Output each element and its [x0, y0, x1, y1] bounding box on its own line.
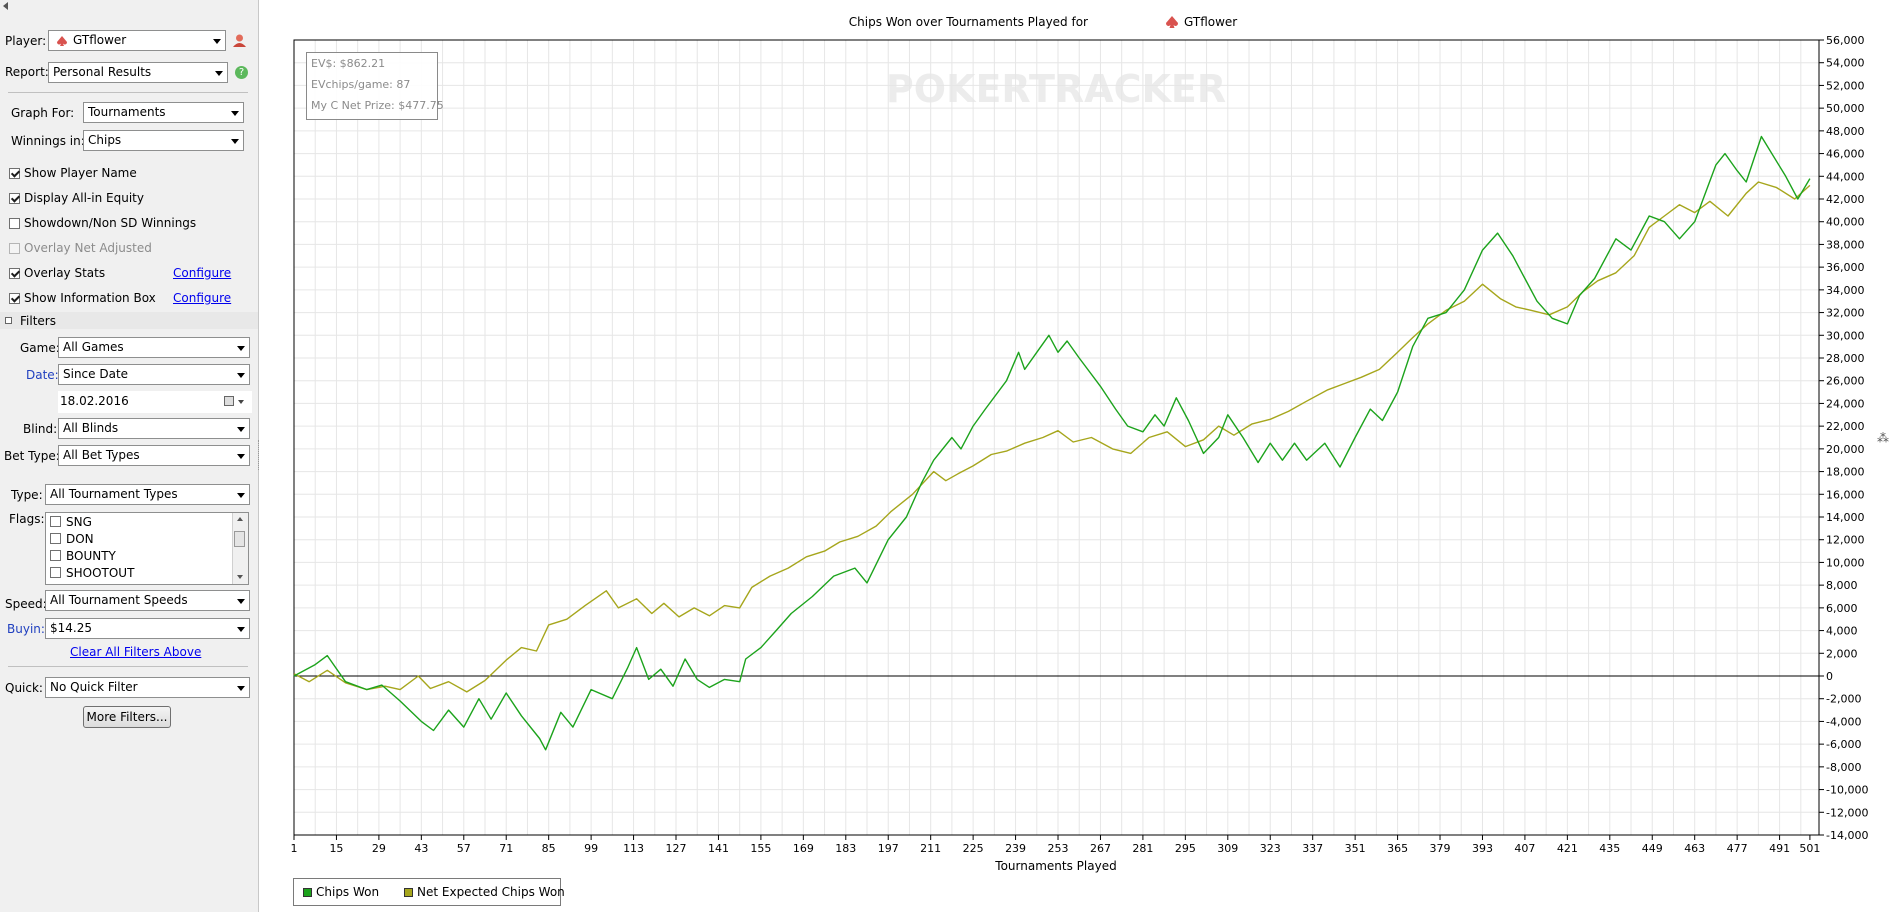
chart-title-player: GTflower	[1184, 15, 1237, 29]
y-tick-label: 52,000	[1826, 79, 1865, 92]
y-tick-label: 54,000	[1826, 57, 1865, 70]
x-tick-label: 155	[750, 842, 771, 855]
x-tick-label: 393	[1472, 842, 1493, 855]
y-tick-label: -10,000	[1826, 784, 1868, 797]
x-tick-label: 183	[835, 842, 856, 855]
y-tick-label: 50,000	[1826, 102, 1865, 115]
x-tick-label: 309	[1217, 842, 1238, 855]
x-tick-label: 211	[920, 842, 941, 855]
x-tick-label: 491	[1769, 842, 1790, 855]
y-tick-label: -2,000	[1826, 693, 1861, 706]
x-tick-label: 253	[1048, 842, 1069, 855]
ev-chips-per-game: EVchips/game: 87	[311, 78, 411, 91]
y-tick-label: 18,000	[1826, 466, 1865, 479]
plot-border	[293, 39, 1820, 836]
y-tick-label: 30,000	[1826, 329, 1865, 342]
y-tick-label: 22,000	[1826, 420, 1865, 433]
x-tick-label: 337	[1302, 842, 1323, 855]
x-tick-label: 267	[1090, 842, 1111, 855]
legend-label-net-expected: Net Expected Chips Won	[417, 885, 565, 899]
y-tick-label: 26,000	[1826, 375, 1865, 388]
x-tick-label: 421	[1557, 842, 1578, 855]
x-tick-label: 1	[291, 842, 298, 855]
y-tick-label: -8,000	[1826, 761, 1861, 774]
y-tick-label: 48,000	[1826, 125, 1865, 138]
x-tick-label: 29	[372, 842, 386, 855]
y-tick-label: 40,000	[1826, 216, 1865, 229]
x-tick-label: 15	[329, 842, 343, 855]
x-tick-label: 463	[1684, 842, 1705, 855]
x-tick-label: 71	[499, 842, 513, 855]
information-box: EV$: $862.21 EVchips/game: 87 My C Net P…	[306, 52, 444, 120]
legend-swatch-chips-won	[303, 888, 312, 897]
x-tick-label: 477	[1727, 842, 1748, 855]
y-tick-label: 6,000	[1826, 602, 1858, 615]
y-tick-label: -4,000	[1826, 715, 1861, 728]
x-tick-label: 281	[1132, 842, 1153, 855]
x-tick-label: 99	[584, 842, 598, 855]
y-tick-label: 46,000	[1826, 148, 1865, 161]
y-tick-label: -6,000	[1826, 738, 1861, 751]
x-tick-label: 407	[1514, 842, 1535, 855]
y-tick-label: -12,000	[1826, 806, 1868, 819]
x-tick-label: 113	[623, 842, 644, 855]
y-tick-label: 14,000	[1826, 511, 1865, 524]
chips-won-chart: POKERTRACKER 56,000 54,000 52,000 50,000 48,…	[291, 15, 1890, 873]
poker-spade-icon	[1166, 16, 1178, 28]
pokertracker-watermark: POKERTRACKER	[886, 67, 1226, 111]
y-tick-label: 4,000	[1826, 625, 1858, 638]
y-tick-label: 34,000	[1826, 284, 1865, 297]
y-tick-label: -14,000	[1826, 829, 1868, 842]
y-tick-label: 2,000	[1826, 647, 1858, 660]
x-tick-label: 197	[878, 842, 899, 855]
ev-dollars: EV$: $862.21	[311, 57, 386, 70]
net-prize: My C Net Prize: $477.75	[311, 99, 444, 112]
y-tick-label: 24,000	[1826, 397, 1865, 410]
y-tick-label: 28,000	[1826, 352, 1865, 365]
chart-title: Chips Won over Tournaments Played for GT…	[849, 15, 1238, 29]
y-tick-label: 32,000	[1826, 307, 1865, 320]
chart-legend: Chips Won Net Expected Chips Won	[293, 878, 565, 906]
x-tick-label: 449	[1642, 842, 1663, 855]
x-axis-label: Tournaments Played	[994, 859, 1116, 873]
y-tick-label: 16,000	[1826, 488, 1865, 501]
x-tick-label: 239	[1005, 842, 1026, 855]
y-tick-label: 12,000	[1826, 534, 1865, 547]
x-tick-label: 379	[1430, 842, 1451, 855]
x-tick-label: 295	[1175, 842, 1196, 855]
series-line-chips-won	[293, 135, 1811, 751]
poker-tracker-window: Player: GTflower Report: Personal Result…	[0, 0, 1898, 912]
chart-grid	[294, 39, 1819, 836]
y-tick-label: 44,000	[1826, 170, 1865, 183]
legend-label-chips-won: Chips Won	[316, 885, 380, 899]
x-tick-label: 43	[414, 842, 428, 855]
legend-swatch-net-expected	[404, 888, 413, 897]
y-tick-label: 36,000	[1826, 261, 1865, 274]
series-line-net-expected	[293, 181, 1811, 693]
x-tick-label: 127	[666, 842, 687, 855]
y-tick-label: 20,000	[1826, 443, 1865, 456]
y-tick-label: 42,000	[1826, 193, 1865, 206]
chart-series	[293, 135, 1811, 751]
y-tick-label: 8,000	[1826, 579, 1858, 592]
x-tick-label: 501	[1799, 842, 1820, 855]
y-tick-label: 0	[1826, 670, 1833, 683]
x-tick-label: 57	[457, 842, 471, 855]
x-tick-label: 435	[1599, 842, 1620, 855]
x-tick-label: 141	[708, 842, 729, 855]
x-tick-label: 85	[542, 842, 556, 855]
x-tick-label: 169	[793, 842, 814, 855]
x-tick-label: 365	[1387, 842, 1408, 855]
x-tick-label: 351	[1345, 842, 1366, 855]
expand-handle-icon[interactable]: ⁂	[1877, 431, 1889, 445]
y-tick-label: 56,000	[1826, 34, 1865, 47]
x-tick-label: 225	[963, 842, 984, 855]
chart-title-prefix: Chips Won over Tournaments Played for	[849, 15, 1088, 29]
x-tick-label: 323	[1260, 842, 1281, 855]
y-tick-label: 38,000	[1826, 238, 1865, 251]
y-tick-label: 10,000	[1826, 556, 1865, 569]
